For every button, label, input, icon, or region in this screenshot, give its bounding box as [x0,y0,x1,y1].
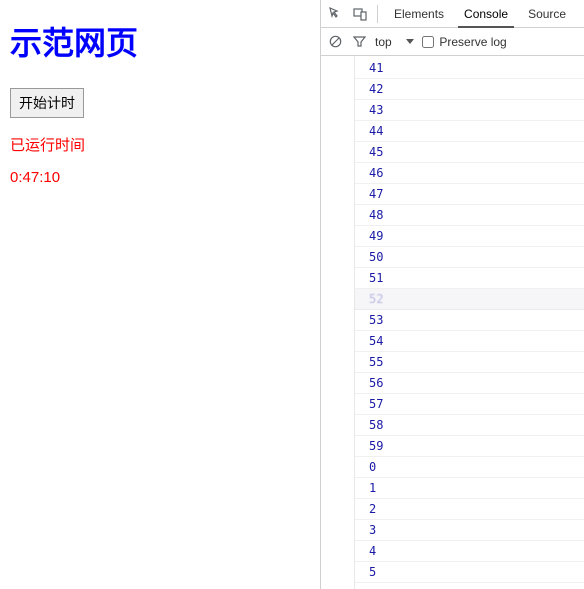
console-log-row[interactable]: 44 [355,121,584,142]
console-log-row[interactable]: 45 [355,142,584,163]
console-log-value: 54 [369,334,383,348]
console-log-value: 48 [369,208,383,222]
chevron-down-icon [406,39,414,44]
context-label: top [375,35,392,49]
console-log-value: 49 [369,229,383,243]
console-log-row[interactable]: 57 [355,394,584,415]
clear-console-icon[interactable] [327,34,343,50]
console-log-value: 59 [369,439,383,453]
preserve-log-label: Preserve log [439,35,506,49]
inspect-icon[interactable] [327,5,345,23]
page-title: 示范网页 [10,18,310,64]
console-log-value: 55 [369,355,383,369]
console-log-row[interactable]: 3 [355,520,584,541]
console-log-row[interactable]: 59 [355,436,584,457]
tab-elements[interactable]: Elements [384,1,454,27]
console-log-value: 45 [369,145,383,159]
console-log-row[interactable]: 50 [355,247,584,268]
console-log-value: 43 [369,103,383,117]
console-log-row[interactable]: 55 [355,352,584,373]
console-log-value: 2 [369,502,376,516]
start-timer-button[interactable]: 开始计时 [10,88,84,118]
console-log-value: 52 [369,292,383,306]
console-log-row[interactable]: 56 [355,373,584,394]
page-main: 示范网页 开始计时 已运行时间 0:47:10 [0,0,320,589]
console-log-row[interactable]: 48 [355,205,584,226]
console-log-row[interactable]: 1 [355,478,584,499]
console-log-value: 41 [369,61,383,75]
console-log-row[interactable]: 49 [355,226,584,247]
console-log-value: 1 [369,481,376,495]
console-log-row[interactable]: 52 [355,289,584,310]
console-log-value: 5 [369,565,376,579]
tabs-divider [377,5,378,23]
console-log-row[interactable]: 58 [355,415,584,436]
console-log-row[interactable]: 0 [355,457,584,478]
console-log-row[interactable]: 5 [355,562,584,583]
tab-source[interactable]: Source [518,1,566,27]
console-log-row[interactable]: 41 [355,58,584,79]
console-log-value: 56 [369,376,383,390]
console-log-value: 44 [369,124,383,138]
console-log-row[interactable]: 51 [355,268,584,289]
console-gutter [321,56,355,589]
console-log-row[interactable]: 47 [355,184,584,205]
device-toolbar-icon[interactable] [351,5,369,23]
preserve-log-toggle[interactable]: Preserve log [422,35,506,49]
context-selector[interactable]: top [375,35,414,49]
console-log-row[interactable]: 2 [355,499,584,520]
console-log-value: 0 [369,460,376,474]
console-log-column[interactable]: 4142434445464748495051525354555657585901… [355,56,584,589]
console-log-value: 3 [369,523,376,537]
console-toolbar: top Preserve log [321,28,584,56]
console-log-value: 50 [369,250,383,264]
console-log-value: 58 [369,418,383,432]
console-log-row[interactable]: 54 [355,331,584,352]
console-log-value: 51 [369,271,383,285]
devtools-tabs: Elements Console Source [321,0,584,28]
console-log-value: 4 [369,544,376,558]
console-log-row[interactable]: 42 [355,79,584,100]
console-log-row[interactable]: 43 [355,100,584,121]
elapsed-time: 0:47:10 [10,169,310,186]
console-log-row[interactable]: 53 [355,310,584,331]
preserve-log-checkbox[interactable] [422,36,434,48]
console-log-value: 53 [369,313,383,327]
runtime-label: 已运行时间 [10,134,310,155]
console-log-row[interactable]: 46 [355,163,584,184]
console-log-value: 46 [369,166,383,180]
console-log-value: 47 [369,187,383,201]
console-log-value: 42 [369,82,383,96]
console-log-value: 57 [369,397,383,411]
tab-console[interactable]: Console [454,1,518,27]
filter-icon[interactable] [351,34,367,50]
console-log-row[interactable]: 4 [355,541,584,562]
devtools-panel: Elements Console Source top Preserve log… [320,0,584,589]
console-body: 4142434445464748495051525354555657585901… [321,56,584,589]
